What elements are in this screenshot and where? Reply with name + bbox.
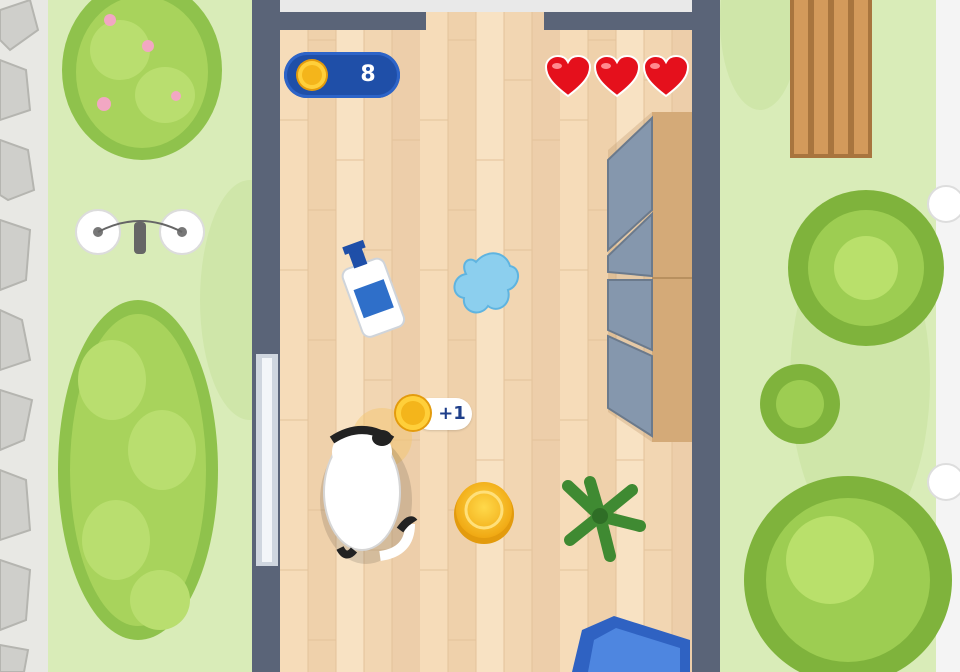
bench (790, 0, 872, 158)
game-scene (0, 0, 960, 672)
coin-count: 8 (360, 62, 376, 87)
bush-bottom-left (58, 300, 218, 640)
small-plant-right (760, 364, 840, 444)
wall-top-right (544, 12, 692, 30)
wall-top-left (280, 12, 426, 30)
wall-right (692, 0, 720, 672)
cabinet (607, 112, 692, 442)
spiky-plant-right (788, 190, 944, 346)
window-left (256, 354, 278, 566)
heart-icon (593, 54, 641, 98)
heart-icon (642, 54, 690, 98)
coin-icon (298, 61, 326, 89)
heart-icon (544, 54, 592, 98)
popup-coin-icon (396, 396, 430, 430)
coin-counter: 8 (284, 52, 400, 98)
coin-popup: +1 (396, 396, 474, 432)
wall-left (252, 0, 280, 672)
popup-text: +1 (438, 403, 466, 424)
lives-hearts (544, 54, 690, 98)
